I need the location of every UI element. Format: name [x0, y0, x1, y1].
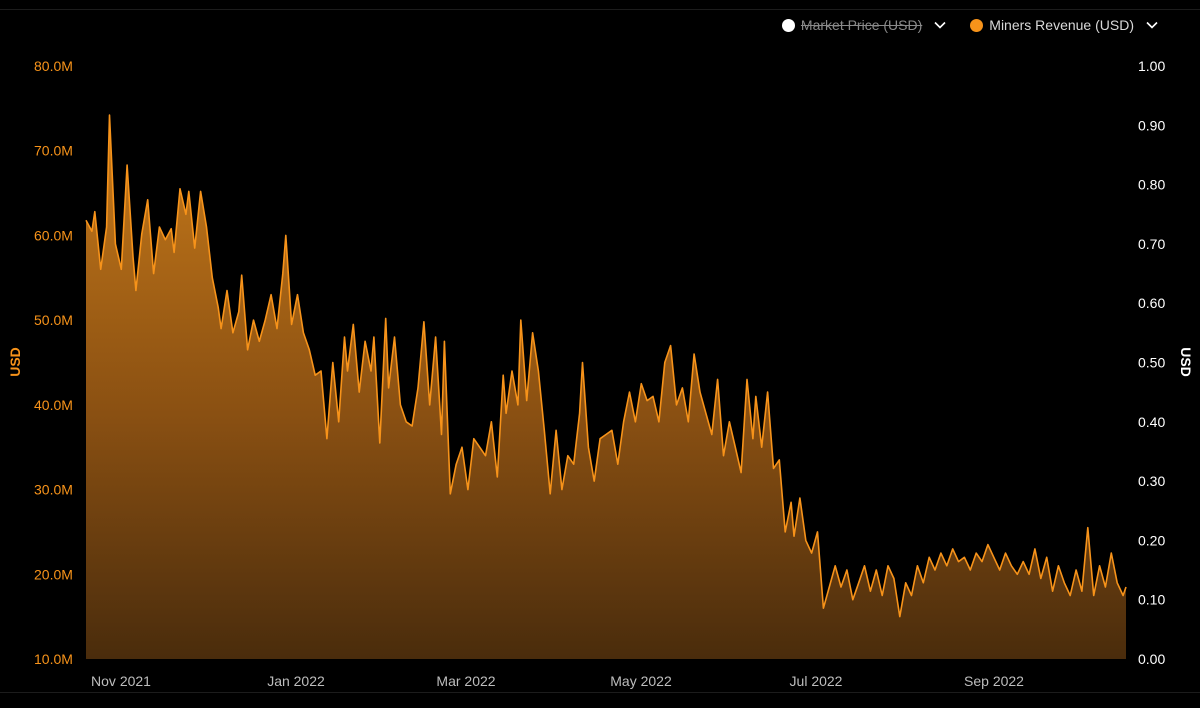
x-axis-tick-label: May 2022	[610, 673, 672, 689]
left-axis-tick-label: 60.0M	[34, 227, 73, 243]
left-axis-tick-label: 10.0M	[34, 651, 73, 667]
left-axis-tick-label: 50.0M	[34, 312, 73, 328]
legend-item-market-price[interactable]: Market Price (USD)	[781, 17, 946, 33]
left-axis-tick-label: 40.0M	[34, 397, 73, 413]
left-axis-tick-label: 30.0M	[34, 482, 73, 498]
left-axis-tick-label: 20.0M	[34, 566, 73, 582]
x-axis-tick-label: Mar 2022	[436, 673, 495, 689]
right-axis-tick-label: 0.00	[1138, 651, 1165, 667]
x-axis-tick-label: Jan 2022	[267, 673, 325, 689]
right-axis-tick-label: 0.20	[1138, 532, 1165, 548]
chevron-down-icon[interactable]	[934, 19, 946, 31]
right-axis-tick-label: 0.10	[1138, 592, 1165, 608]
legend-label-market-price: Market Price (USD)	[800, 17, 923, 33]
legend: Market Price (USD) Miners Revenue (USD)	[758, 17, 1158, 33]
x-axis-tick-label: Nov 2021	[91, 673, 151, 689]
chart-canvas: 10.0M 20.0M 30.0M 40.0M 50.0M 60.0M 70.0M 80.0M…	[7, 58, 1194, 689]
right-axis-tick-label: 0.90	[1138, 117, 1165, 133]
left-axis-title: USD	[7, 347, 23, 377]
area-fill-miners-revenue	[86, 115, 1126, 660]
x-axis-tick-label: Jul 2022	[790, 673, 843, 689]
legend-dot-miners-revenue	[970, 18, 984, 32]
chevron-down-icon[interactable]	[1146, 19, 1158, 31]
left-axis-tick-label: 70.0M	[34, 143, 73, 159]
legend-label-miners-revenue: Miners Revenue (USD)	[989, 17, 1134, 33]
right-axis-tick-label: 0.80	[1138, 177, 1165, 193]
right-axis-title: USD	[1178, 347, 1194, 377]
right-axis-tick-label: 1.00	[1138, 58, 1165, 74]
x-axis-tick-label: Sep 2022	[964, 673, 1024, 689]
chart-frame: 10.0M 20.0M 30.0M 40.0M 50.0M 60.0M 70.0M 80.0M…	[0, 0, 1200, 708]
right-axis-tick-label: 0.60	[1138, 295, 1165, 311]
right-axis-tick-label: 0.50	[1138, 355, 1165, 371]
legend-item-miners-revenue[interactable]: Miners Revenue (USD)	[970, 17, 1158, 33]
left-axis-tick-label: 80.0M	[34, 58, 73, 74]
legend-dot-market-price	[781, 18, 795, 32]
right-axis-tick-label: 0.40	[1138, 414, 1165, 430]
right-axis-tick-label: 0.70	[1138, 236, 1165, 252]
right-axis-tick-label: 0.30	[1138, 473, 1165, 489]
